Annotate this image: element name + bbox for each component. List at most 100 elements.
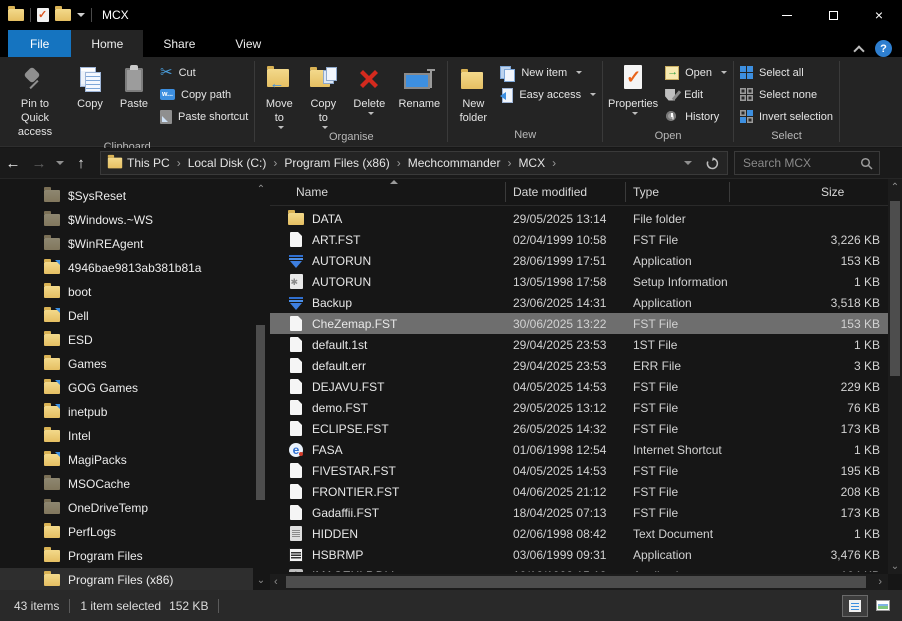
column-header-type[interactable]: Type xyxy=(633,185,659,199)
forward-button[interactable]: → xyxy=(26,155,52,172)
file-row[interactable]: default.1st29/04/2025 23:531ST File1 KB xyxy=(270,334,888,355)
search-input[interactable] xyxy=(741,155,860,171)
thumbnails-view-button[interactable] xyxy=(870,595,896,617)
maximize-button[interactable] xyxy=(810,0,856,30)
file-row[interactable]: HSBRMP03/06/1999 09:31Application3,476 K… xyxy=(270,544,888,565)
recent-locations-icon[interactable] xyxy=(56,161,64,165)
copy-to-button[interactable]: Copy to xyxy=(301,59,345,131)
horizontal-scroll-thumb[interactable] xyxy=(286,576,866,588)
sidebar-item[interactable]: Program Files xyxy=(0,544,253,568)
sidebar-item[interactable]: Games xyxy=(0,352,253,376)
sidebar-item[interactable]: 4946bae9813ab381b81a xyxy=(0,256,253,280)
pin-to-quick-access-button[interactable]: Pin to Quick access xyxy=(2,59,68,141)
sidebar-scroll-thumb[interactable] xyxy=(256,325,265,500)
refresh-icon[interactable] xyxy=(706,157,719,170)
collapse-ribbon-icon[interactable] xyxy=(853,45,864,56)
file-list-scroll-thumb[interactable] xyxy=(890,201,900,376)
properties-qat-icon[interactable] xyxy=(37,8,49,22)
search-box[interactable] xyxy=(734,151,880,175)
scroll-up-icon[interactable]: ⌃ xyxy=(256,185,266,195)
breadcrumb-chevron-icon[interactable]: › xyxy=(504,156,514,170)
paste-button[interactable]: Paste xyxy=(112,59,156,114)
minimize-button[interactable] xyxy=(764,0,810,30)
properties-button[interactable]: Properties xyxy=(605,59,661,117)
scroll-down-icon[interactable]: ⌄ xyxy=(256,576,266,586)
sidebar-item[interactable]: PerfLogs xyxy=(0,520,253,544)
file-row[interactable]: FIVESTAR.FST04/05/2025 14:53FST File195 … xyxy=(270,460,888,481)
file-row[interactable]: AUTORUN13/05/1998 17:58Setup Information… xyxy=(270,271,888,292)
rename-button[interactable]: Rename xyxy=(393,59,445,114)
tab-file[interactable]: File xyxy=(8,30,71,57)
sidebar-item[interactable]: Intel xyxy=(0,424,253,448)
file-list-vertical-scrollbar[interactable]: ⌃ ⌄ xyxy=(888,179,902,574)
sidebar-item[interactable]: $SysReset xyxy=(0,184,253,208)
new-item-button[interactable]: New item xyxy=(500,63,596,82)
details-view-button[interactable] xyxy=(842,595,868,617)
file-row[interactable]: default.err29/04/2025 23:53ERR File3 KB xyxy=(270,355,888,376)
new-folder-qat-icon[interactable] xyxy=(55,9,71,21)
file-row[interactable]: ECLIPSE.FST26/05/2025 14:32FST File173 K… xyxy=(270,418,888,439)
scroll-up-icon[interactable]: ⌃ xyxy=(890,183,900,193)
breadcrumb-chevron-icon[interactable]: › xyxy=(174,156,184,170)
copy-path-button[interactable]: w... Copy path xyxy=(160,85,248,104)
invert-selection-button[interactable]: Invert selection xyxy=(740,107,833,126)
sidebar-item[interactable]: boot xyxy=(0,280,253,304)
file-row[interactable]: demo.FST29/05/2025 13:12FST File76 KB xyxy=(270,397,888,418)
up-button[interactable]: ↑ xyxy=(68,155,94,172)
new-folder-button[interactable]: New folder xyxy=(450,59,496,128)
sidebar-item[interactable]: GOG Games xyxy=(0,376,253,400)
scroll-right-icon[interactable]: › xyxy=(878,576,882,588)
column-divider[interactable] xyxy=(505,182,506,202)
sidebar-scrollbar[interactable]: ⌃ ⌄ xyxy=(255,179,267,590)
column-header-date[interactable]: Date modified xyxy=(513,185,587,199)
column-divider[interactable] xyxy=(729,182,730,202)
file-row[interactable]: Gadaffii.FST18/04/2025 07:13FST File173 … xyxy=(270,502,888,523)
copy-button[interactable]: Copy xyxy=(68,59,112,114)
file-list-horizontal-scrollbar[interactable]: ‹ › xyxy=(270,574,888,590)
easy-access-button[interactable]: Easy access xyxy=(500,85,596,104)
sidebar-item[interactable]: $Windows.~WS xyxy=(0,208,253,232)
sidebar-item[interactable]: inetpub xyxy=(0,400,253,424)
delete-button[interactable]: Delete xyxy=(345,59,393,117)
breadcrumb-item[interactable]: Program Files (x86) xyxy=(280,156,393,170)
scroll-down-icon[interactable]: ⌄ xyxy=(890,562,900,572)
tab-view[interactable]: View xyxy=(215,30,281,57)
column-header-size[interactable]: Size xyxy=(821,185,844,199)
file-row[interactable]: Backup23/06/2025 14:31Application3,518 K… xyxy=(270,292,888,313)
help-icon[interactable]: ? xyxy=(875,40,892,57)
breadcrumb-item[interactable]: MCX xyxy=(514,156,549,170)
file-row[interactable]: ART.FST02/04/1999 10:58FST File3,226 KB xyxy=(270,229,888,250)
close-button[interactable]: × xyxy=(856,0,902,30)
paste-shortcut-button[interactable]: Paste shortcut xyxy=(160,107,248,126)
address-dropdown-icon[interactable] xyxy=(684,161,692,165)
column-header-name[interactable]: Name xyxy=(296,185,328,199)
breadcrumb-chevron-icon[interactable]: › xyxy=(270,156,280,170)
file-row[interactable]: DEJAVU.FST04/05/2025 14:53FST File229 KB xyxy=(270,376,888,397)
tab-home[interactable]: Home xyxy=(71,30,143,57)
breadcrumb[interactable]: This PC›Local Disk (C:)›Program Files (x… xyxy=(100,151,728,175)
sidebar-item[interactable]: $WinREAgent xyxy=(0,232,253,256)
file-row[interactable]: FRONTIER.FST04/06/2025 21:12FST File208 … xyxy=(270,481,888,502)
cut-button[interactable]: ✂ Cut xyxy=(160,63,248,82)
file-row[interactable]: DATA29/05/2025 13:14File folder xyxy=(270,208,888,229)
scroll-left-icon[interactable]: ‹ xyxy=(274,576,278,588)
file-row[interactable]: AUTORUN28/06/1999 17:51Application153 KB xyxy=(270,250,888,271)
sidebar-item[interactable]: ESD xyxy=(0,328,253,352)
tab-share[interactable]: Share xyxy=(143,30,215,57)
sidebar-item[interactable]: Program Files (x86) xyxy=(0,568,253,590)
move-to-button[interactable]: ← Move to xyxy=(257,59,301,131)
select-none-button[interactable]: Select none xyxy=(740,85,833,104)
sidebar-item[interactable]: MagiPacks xyxy=(0,448,253,472)
breadcrumb-chevron-icon[interactable]: › xyxy=(394,156,404,170)
open-button[interactable]: Open xyxy=(665,63,727,82)
history-button[interactable]: History xyxy=(665,107,727,126)
file-row[interactable]: eFASA01/06/1998 12:54Internet Shortcut1 … xyxy=(270,439,888,460)
breadcrumb-chevron-icon[interactable]: › xyxy=(549,156,559,170)
sidebar-item[interactable]: OneDriveTemp xyxy=(0,496,253,520)
column-divider[interactable] xyxy=(625,182,626,202)
sidebar-item[interactable]: Dell xyxy=(0,304,253,328)
file-row[interactable]: HIDDEN02/06/1998 08:42Text Document1 KB xyxy=(270,523,888,544)
search-icon[interactable] xyxy=(860,157,873,170)
sidebar-item[interactable]: MSOCache xyxy=(0,472,253,496)
file-row[interactable]: CheZemap.FST30/06/2025 13:22FST File153 … xyxy=(270,313,888,334)
